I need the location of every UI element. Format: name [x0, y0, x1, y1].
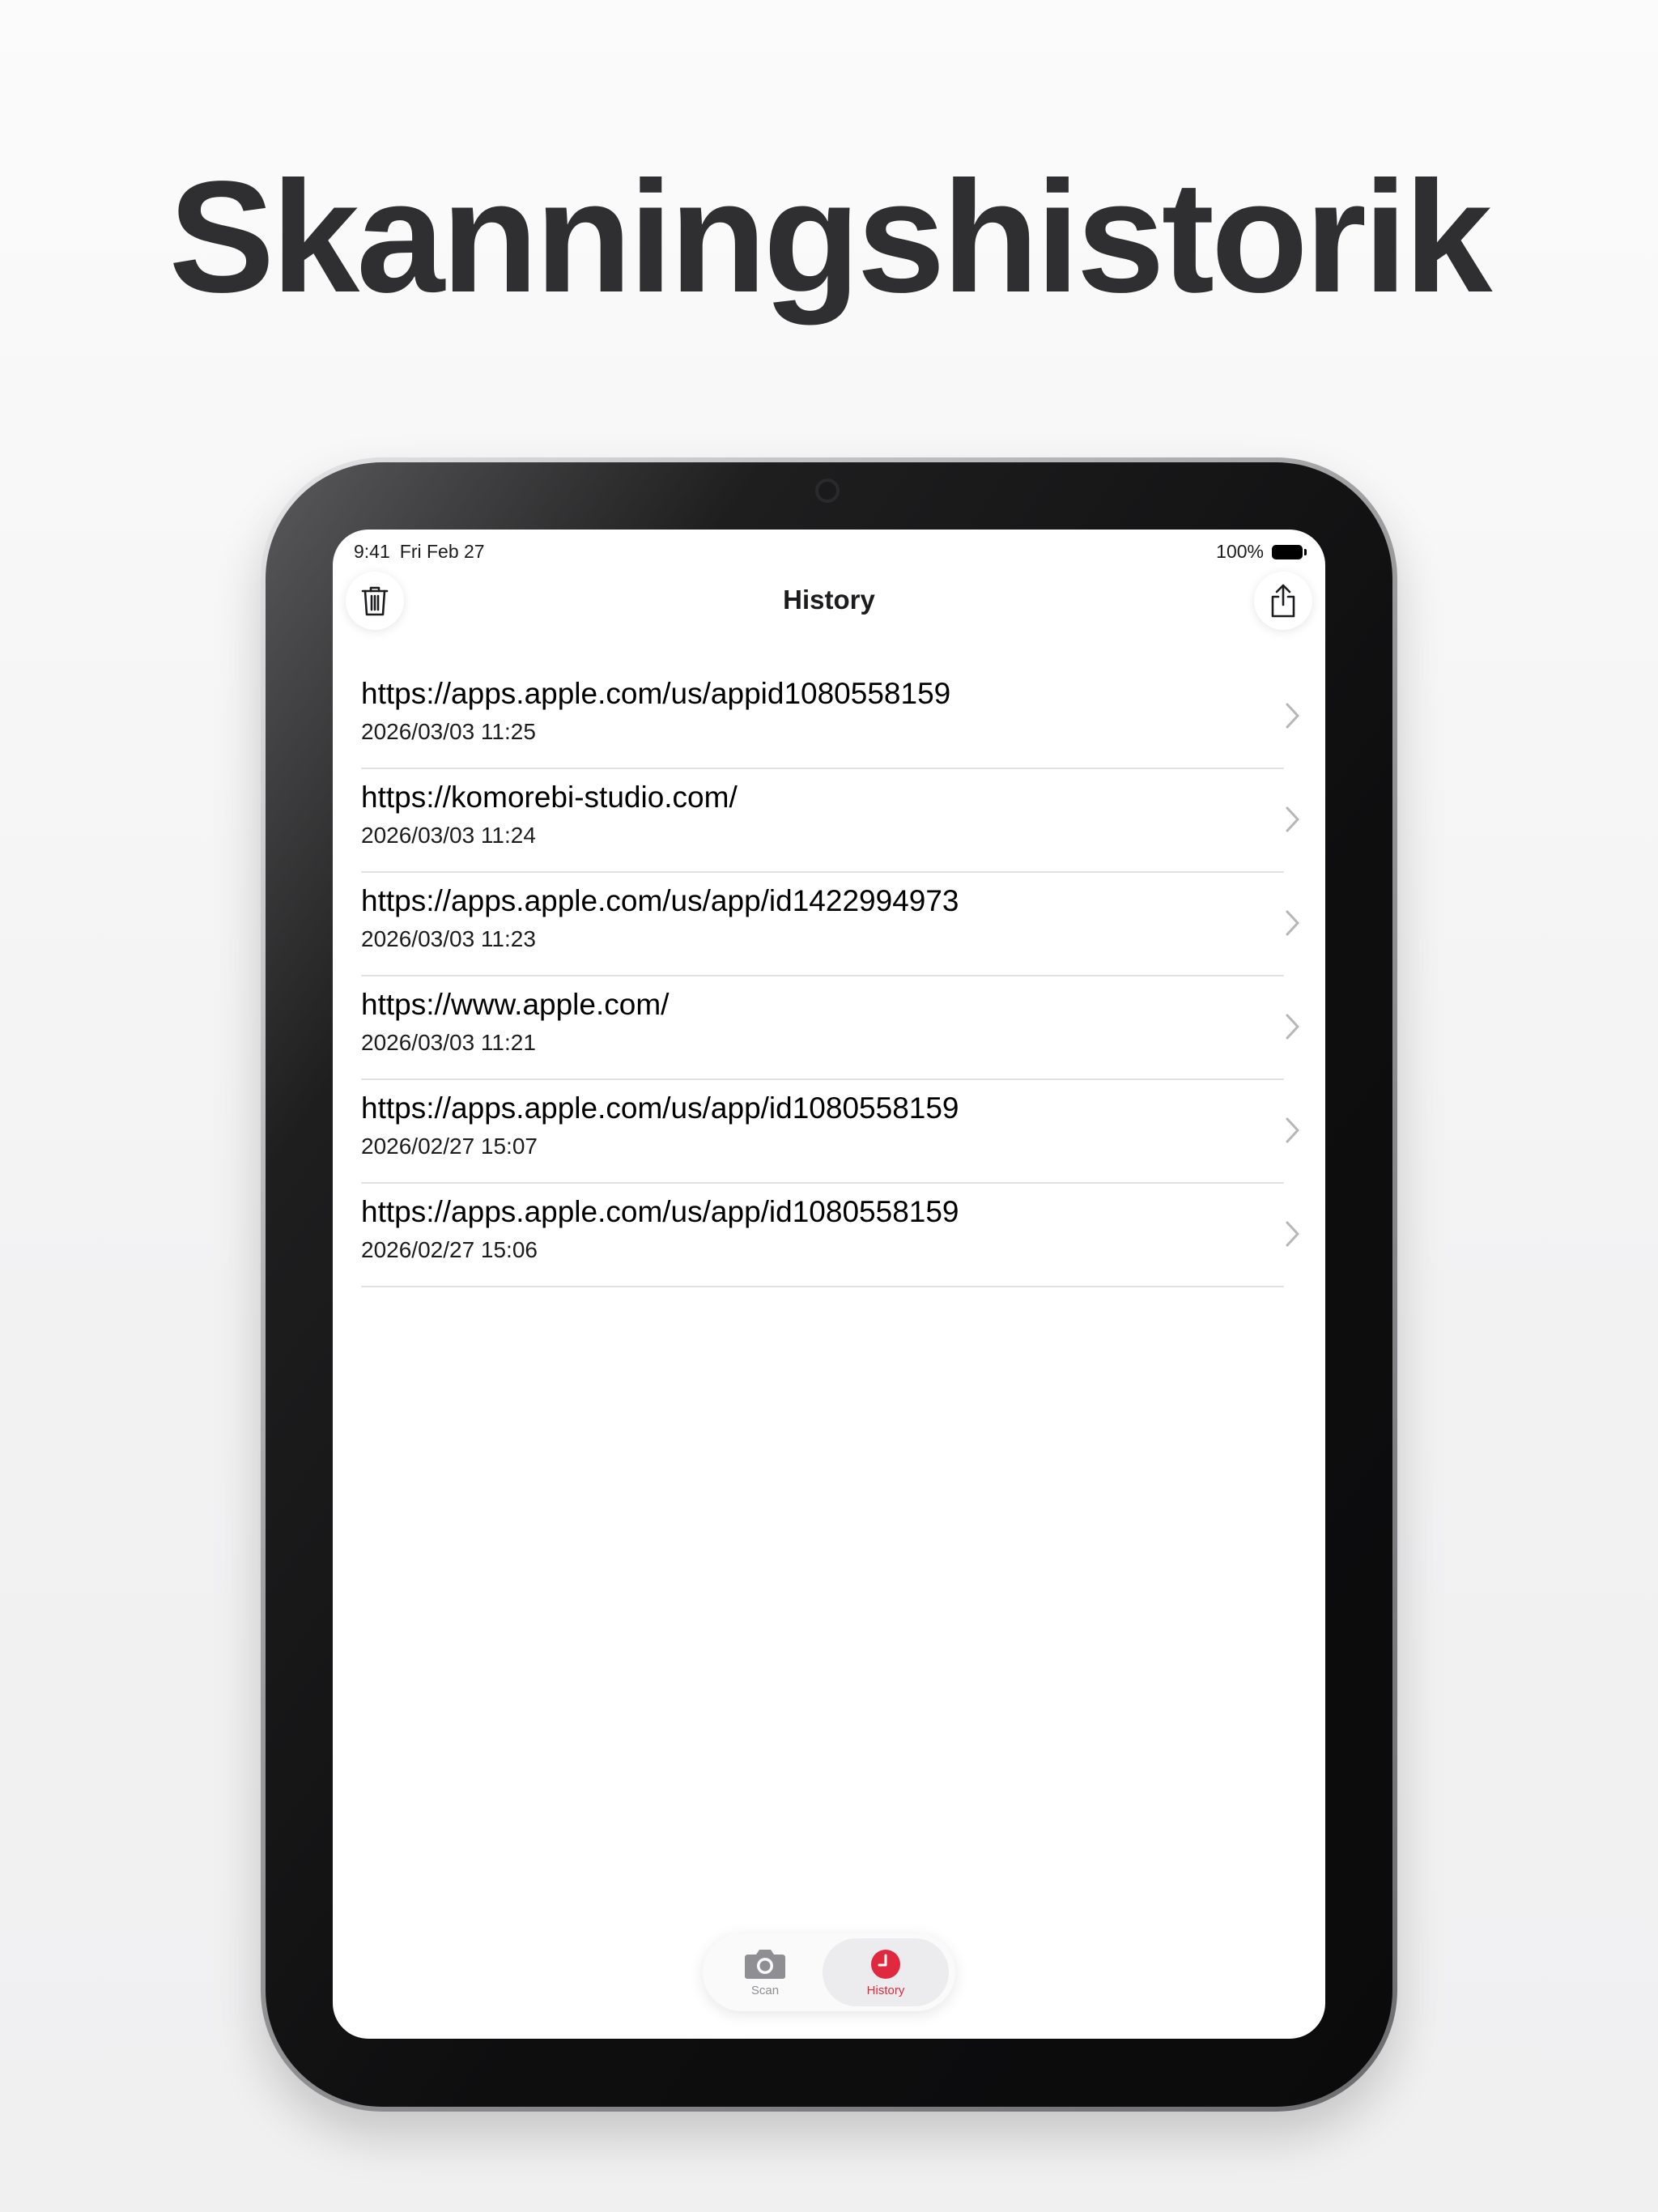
- history-row[interactable]: https://apps.apple.com/us/app/id10805581…: [361, 1080, 1299, 1184]
- share-button[interactable]: [1254, 572, 1312, 630]
- tab-bar: Scan History: [703, 1933, 955, 2011]
- clock-icon: [871, 1949, 900, 1979]
- status-time: 9:41: [354, 541, 390, 562]
- history-date: 2026/03/03 11:25: [361, 719, 536, 744]
- front-camera: [815, 479, 840, 503]
- battery-icon: [1272, 544, 1307, 559]
- nav-title: History: [783, 585, 875, 615]
- tab-history-label: History: [866, 1983, 905, 1997]
- camera-icon: [745, 1949, 785, 1979]
- history-row[interactable]: https://apps.apple.com/us/app/id10805581…: [361, 1184, 1299, 1287]
- status-date: Fri Feb 27: [399, 541, 485, 562]
- app-screen: 9:41 Fri Feb 27 100% History https://apps…: [333, 530, 1325, 2039]
- status-bar-left: 9:41 Fri Feb 27: [354, 541, 485, 563]
- marketing-headline: Skanningshistorik: [168, 148, 1492, 325]
- chevron-right-icon: [1286, 1221, 1299, 1247]
- history-row[interactable]: https://apps.apple.com/us/appid108055815…: [361, 666, 1299, 769]
- chevron-right-icon: [1286, 806, 1299, 832]
- history-url: https://komorebi-studio.com/: [361, 781, 738, 814]
- history-url: https://apps.apple.com/us/app/id14229949…: [361, 884, 959, 917]
- history-date: 2026/03/03 11:21: [361, 1030, 536, 1055]
- history-row[interactable]: https://komorebi-studio.com/ 2026/03/03 …: [361, 769, 1299, 873]
- chevron-right-icon: [1286, 1014, 1299, 1040]
- battery-percent: 100%: [1216, 541, 1264, 562]
- history-date: 2026/03/03 11:24: [361, 823, 536, 848]
- history-url: https://apps.apple.com/us/appid108055815…: [361, 677, 951, 710]
- status-bar-right: 100%: [1216, 541, 1307, 563]
- chevron-right-icon: [1286, 910, 1299, 936]
- history-row[interactable]: https://apps.apple.com/us/app/id14229949…: [361, 873, 1299, 976]
- history-row[interactable]: https://www.apple.com/ 2026/03/03 11:21: [361, 976, 1299, 1080]
- history-url: https://www.apple.com/: [361, 988, 670, 1021]
- history-url: https://apps.apple.com/us/app/id10805581…: [361, 1195, 959, 1228]
- chevron-right-icon: [1286, 703, 1299, 729]
- history-date: 2026/02/27 15:06: [361, 1237, 538, 1262]
- tab-history[interactable]: History: [823, 1938, 949, 2006]
- chevron-right-icon: [1286, 1117, 1299, 1143]
- history-list: https://apps.apple.com/us/appid108055815…: [361, 666, 1324, 1287]
- tab-scan[interactable]: Scan: [708, 1938, 823, 2006]
- share-icon: [1271, 584, 1295, 618]
- history-date: 2026/03/03 11:23: [361, 926, 536, 951]
- tab-scan-label: Scan: [750, 1983, 780, 1997]
- history-date: 2026/02/27 15:07: [361, 1134, 538, 1159]
- history-url: https://apps.apple.com/us/app/id10805581…: [361, 1091, 959, 1125]
